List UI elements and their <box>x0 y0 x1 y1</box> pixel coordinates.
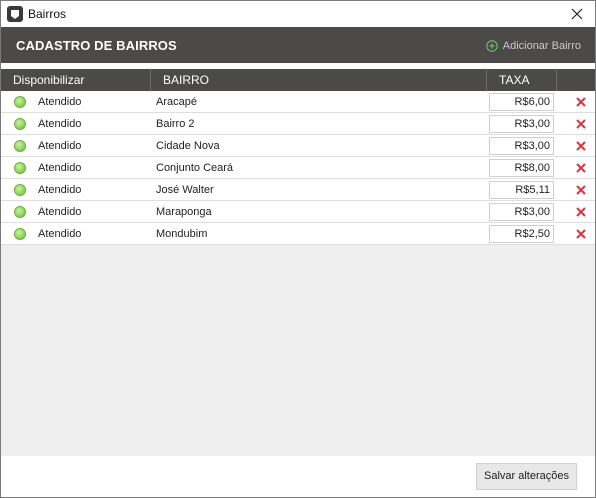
status-indicator[interactable] <box>14 206 26 218</box>
add-bairro-button[interactable]: Adicionar Bairro <box>486 38 581 54</box>
bairro-name: Cidade Nova <box>156 140 220 152</box>
taxa-input[interactable]: R$3,00 <box>489 115 554 133</box>
status-indicator[interactable] <box>14 96 26 108</box>
delete-icon[interactable] <box>575 206 587 218</box>
delete-icon[interactable] <box>575 162 587 174</box>
status-label: Atendido <box>38 184 82 196</box>
save-changes-button[interactable]: Salvar alterações <box>476 463 577 490</box>
window-title: Bairros <box>28 7 67 21</box>
delete-icon[interactable] <box>575 184 587 196</box>
status-label: Atendido <box>38 96 82 108</box>
title-bar: Bairros <box>1 1 595 27</box>
status-label: Atendido <box>38 206 82 218</box>
status-indicator[interactable] <box>14 162 26 174</box>
table-header: Disponibilizar BAIRRO TAXA <box>1 69 595 91</box>
table-row: Atendido Mondubim R$2,50 <box>1 223 595 245</box>
delete-icon[interactable] <box>575 140 587 152</box>
delete-icon[interactable] <box>575 118 587 130</box>
table-row: Atendido Aracapé R$6,00 <box>1 91 595 113</box>
bairros-table: Atendido Aracapé R$6,00 Atendido Bairro … <box>1 91 595 456</box>
status-label: Atendido <box>38 140 82 152</box>
taxa-input[interactable]: R$3,00 <box>489 203 554 221</box>
bairro-name: José Walter <box>156 184 214 196</box>
status-indicator[interactable] <box>14 118 26 130</box>
status-indicator[interactable] <box>14 140 26 152</box>
table-row: Atendido Maraponga R$3,00 <box>1 201 595 223</box>
delete-icon[interactable] <box>575 96 587 108</box>
footer-bar: Salvar alterações <box>1 456 595 497</box>
table-row: Atendido Bairro 2 R$3,00 <box>1 113 595 135</box>
status-label: Atendido <box>38 162 82 174</box>
delete-icon[interactable] <box>575 228 587 240</box>
column-header-taxa: TAXA <box>487 69 557 91</box>
status-indicator[interactable] <box>14 228 26 240</box>
bairro-name: Maraponga <box>156 206 212 218</box>
column-header-disponibilizar: Disponibilizar <box>1 69 151 91</box>
taxa-input[interactable]: R$5,11 <box>489 181 554 199</box>
bairro-name: Conjunto Ceará <box>156 162 234 174</box>
plus-circle-icon <box>486 40 498 52</box>
taxa-input[interactable]: R$3,00 <box>489 137 554 155</box>
close-icon[interactable] <box>567 4 587 24</box>
status-label: Atendido <box>38 118 82 130</box>
column-header-bairro: BAIRRO <box>151 69 487 91</box>
table-row: Atendido Cidade Nova R$3,00 <box>1 135 595 157</box>
bairro-name: Bairro 2 <box>156 118 195 130</box>
bairro-name: Mondubim <box>156 228 208 240</box>
taxa-input[interactable]: R$8,00 <box>489 159 554 177</box>
bairro-name: Aracapé <box>156 96 197 108</box>
page-title: CADASTRO DE BAIRROS <box>16 38 177 53</box>
page-header: CADASTRO DE BAIRROS Adicionar Bairro <box>1 27 595 63</box>
column-header-actions <box>557 69 595 91</box>
status-label: Atendido <box>38 228 82 240</box>
table-row: Atendido José Walter R$5,11 <box>1 179 595 201</box>
app-logo-icon <box>7 6 23 22</box>
status-indicator[interactable] <box>14 184 26 196</box>
taxa-input[interactable]: R$2,50 <box>489 225 554 243</box>
taxa-input[interactable]: R$6,00 <box>489 93 554 111</box>
bairros-window: Bairros CADASTRO DE BAIRROS Adicionar Ba… <box>0 0 596 498</box>
add-bairro-label: Adicionar Bairro <box>502 40 581 52</box>
table-row: Atendido Conjunto Ceará R$8,00 <box>1 157 595 179</box>
